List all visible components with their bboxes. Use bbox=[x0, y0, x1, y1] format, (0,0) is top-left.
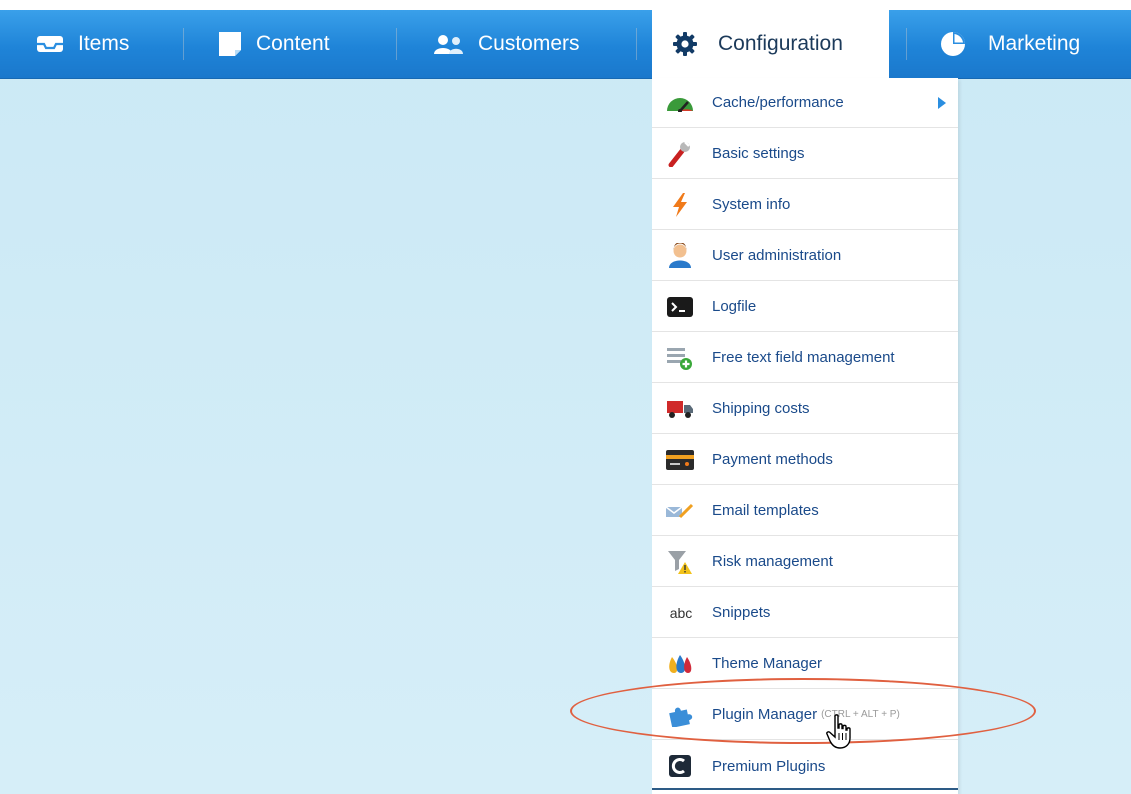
gear-icon bbox=[672, 31, 698, 57]
top-navigation-bar: Items Content Customers Configuration Ma… bbox=[0, 0, 1131, 78]
wrench-icon bbox=[666, 140, 694, 168]
add-field-icon bbox=[666, 344, 694, 372]
menu-item-label: Logfile bbox=[712, 298, 757, 315]
menu-item-premium-plugins[interactable]: Premium Plugins bbox=[652, 741, 958, 791]
document-icon bbox=[218, 31, 242, 57]
menu-item-label: System info bbox=[712, 196, 791, 213]
app-canvas: Items Content Customers Configuration Ma… bbox=[0, 0, 1131, 794]
nav-content[interactable]: Content bbox=[218, 10, 330, 78]
hand-pointer-cursor-icon bbox=[826, 714, 856, 755]
menu-item-label: Payment methods bbox=[712, 451, 833, 468]
nav-items[interactable]: Items bbox=[36, 10, 129, 78]
menu-item-shipping-costs[interactable]: Shipping costs bbox=[652, 384, 958, 434]
speedometer-icon bbox=[666, 89, 694, 117]
menu-item-risk-management[interactable]: Risk management bbox=[652, 537, 958, 587]
nav-label: Customers bbox=[478, 32, 580, 55]
menu-item-label: Plugin Manager bbox=[712, 706, 818, 723]
menu-item-label: Cache/performance bbox=[712, 94, 844, 111]
menu-item-label: Risk management bbox=[712, 553, 833, 570]
configuration-dropdown-menu: Cache/performance Basic settings System … bbox=[652, 78, 958, 794]
menu-item-system-info[interactable]: System info bbox=[652, 180, 958, 230]
inbox-icon bbox=[36, 34, 64, 54]
filter-warning-icon bbox=[666, 548, 694, 576]
nav-label: Marketing bbox=[988, 32, 1081, 55]
credit-card-icon bbox=[666, 446, 694, 474]
nav-label: Configuration bbox=[718, 32, 843, 55]
nav-divider bbox=[906, 28, 907, 60]
nav-customers[interactable]: Customers bbox=[432, 10, 580, 78]
menu-item-user-administration[interactable]: User administration bbox=[652, 231, 958, 281]
menu-item-cache-performance[interactable]: Cache/performance bbox=[652, 78, 958, 128]
menu-item-label: Premium Plugins bbox=[712, 757, 826, 775]
menu-item-email-templates[interactable]: Email templates bbox=[652, 486, 958, 536]
menu-item-label: Snippets bbox=[712, 604, 771, 621]
nav-label: Content bbox=[256, 32, 330, 55]
user-icon bbox=[666, 242, 694, 270]
shopware-logo-icon bbox=[666, 752, 694, 780]
menu-item-plugin-manager[interactable]: Plugin Manager (CTRL + ALT + P) bbox=[652, 690, 958, 740]
users-icon bbox=[432, 33, 468, 55]
menu-item-label: Email templates bbox=[712, 502, 819, 519]
paint-drops-icon bbox=[666, 650, 694, 678]
menu-item-label: User administration bbox=[712, 247, 842, 264]
menu-item-theme-manager[interactable]: Theme Manager bbox=[652, 639, 958, 689]
nav-configuration[interactable]: Configuration bbox=[652, 10, 889, 78]
nav-label: Items bbox=[78, 32, 130, 55]
nav-divider bbox=[636, 28, 637, 60]
menu-item-label: Theme Manager bbox=[712, 655, 823, 672]
lightning-icon bbox=[666, 191, 694, 219]
nav-divider bbox=[396, 28, 397, 60]
nav-marketing[interactable]: Marketing bbox=[940, 10, 1080, 78]
menu-item-payment-methods[interactable]: Payment methods bbox=[652, 435, 958, 485]
menu-item-basic-settings[interactable]: Basic settings bbox=[652, 129, 958, 179]
menu-item-free-text-field-management[interactable]: Free text field management bbox=[652, 333, 958, 383]
menu-item-label: Shipping costs bbox=[712, 400, 810, 417]
terminal-icon bbox=[666, 293, 694, 321]
pie-chart-icon bbox=[940, 31, 966, 57]
dropdown-bottom-border bbox=[652, 788, 958, 790]
email-edit-icon bbox=[666, 497, 694, 525]
menu-item-label: Free text field management bbox=[712, 349, 895, 366]
truck-icon bbox=[666, 395, 694, 423]
menu-item-logfile[interactable]: Logfile bbox=[652, 282, 958, 332]
menu-item-label: Basic settings bbox=[712, 145, 805, 162]
nav-divider bbox=[183, 28, 184, 60]
menu-item-snippets[interactable]: abc Snippets bbox=[652, 588, 958, 638]
abc-icon: abc bbox=[669, 604, 693, 621]
submenu-arrow-icon bbox=[938, 96, 946, 113]
puzzle-icon bbox=[666, 701, 694, 729]
